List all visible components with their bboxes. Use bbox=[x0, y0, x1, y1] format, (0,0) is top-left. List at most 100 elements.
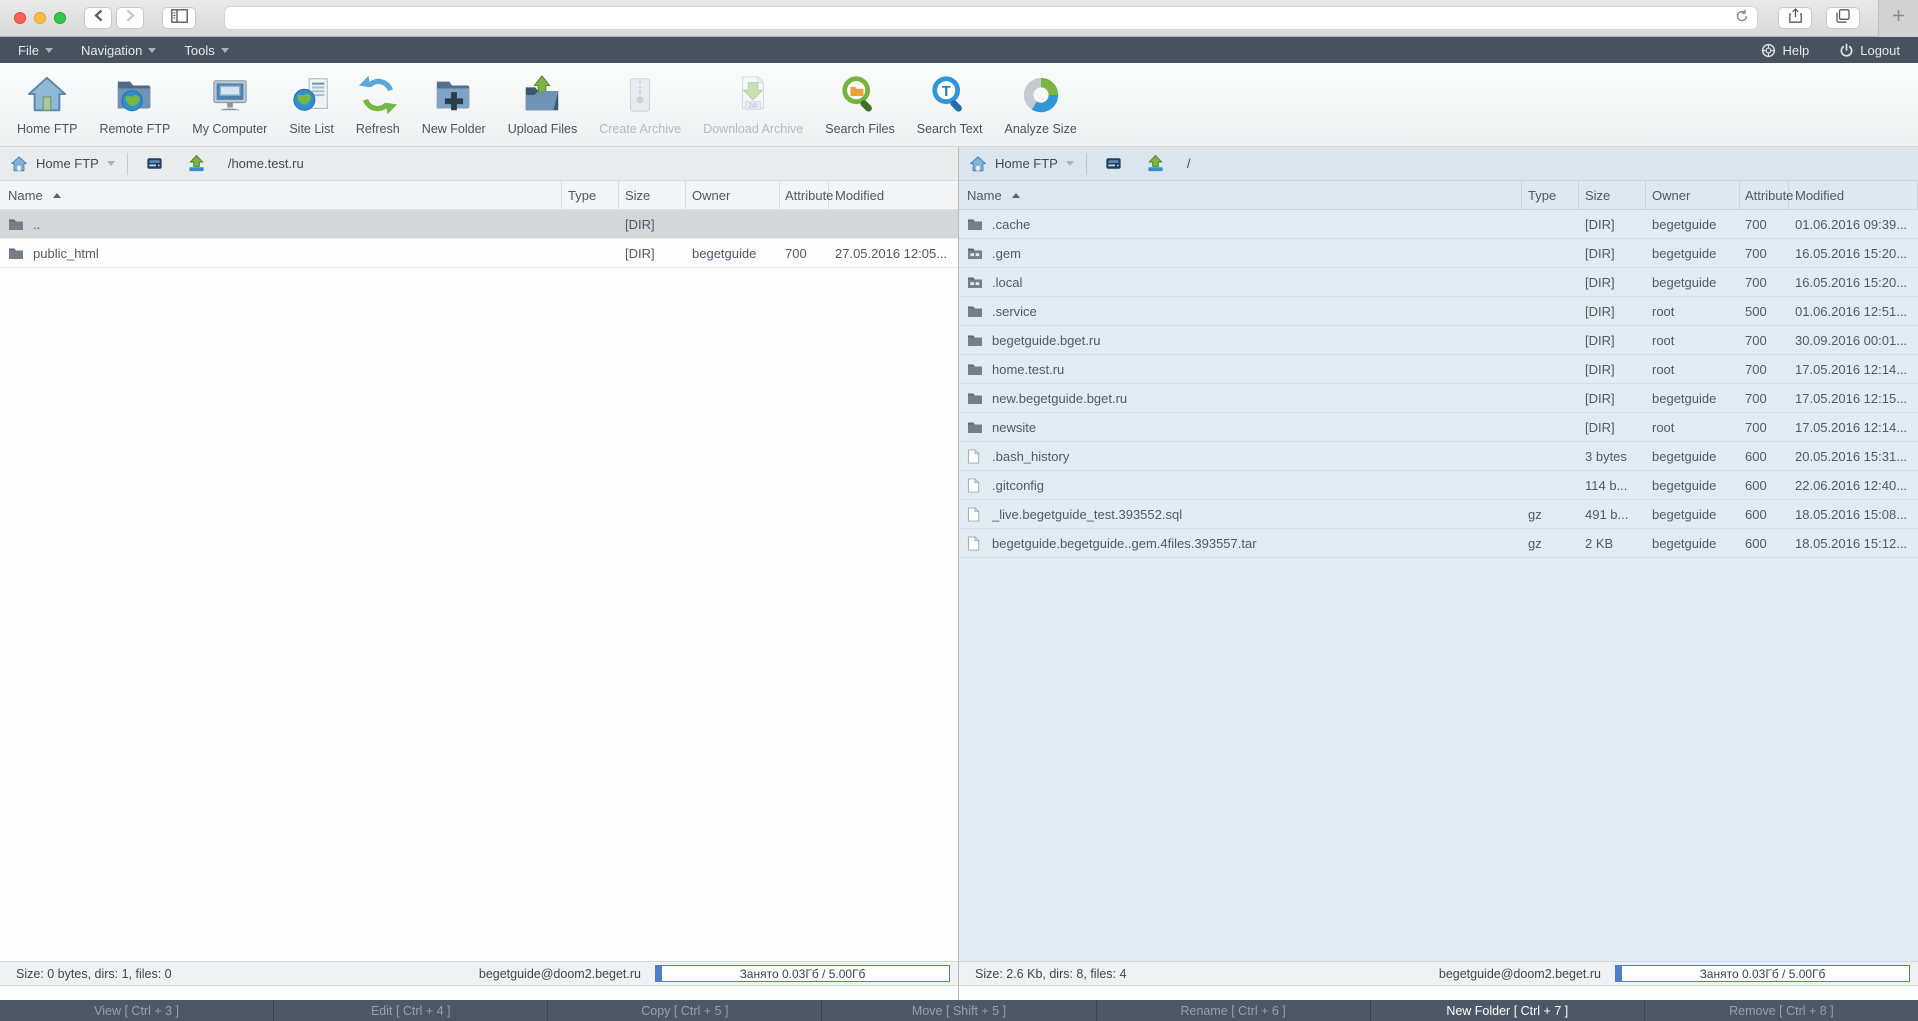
menu-label-navigation: Navigation bbox=[81, 43, 142, 58]
toolbar-my-computer-button[interactable]: My Computer bbox=[181, 71, 278, 138]
status-bar-right: Size: 2.6 Kb, dirs: 8, files: 4begetguid… bbox=[959, 961, 1918, 986]
column-header-name[interactable]: Name bbox=[0, 181, 562, 209]
column-header-attribute[interactable]: Attribute bbox=[780, 181, 829, 209]
url-input[interactable] bbox=[233, 11, 1735, 25]
fnkey-view-button[interactable]: View [ Ctrl + 3 ] bbox=[0, 1000, 274, 1021]
file-list-right: .cache[DIR]begetguide70001.06.2016 09:39… bbox=[959, 210, 1918, 961]
file-name: begetguide.begetguide..gem.4files.393557… bbox=[992, 536, 1257, 551]
menu-tools[interactable]: Tools bbox=[170, 37, 242, 63]
svg-text:T: T bbox=[941, 84, 950, 100]
menu-label-tools: Tools bbox=[184, 43, 214, 58]
folder-icon bbox=[967, 217, 983, 232]
fnkey-rename-button[interactable]: Rename [ Ctrl + 6 ] bbox=[1097, 1000, 1371, 1021]
power-icon bbox=[1839, 43, 1854, 58]
folder-icon bbox=[967, 362, 983, 377]
column-header-size[interactable]: Size bbox=[619, 181, 686, 209]
column-header-attribute[interactable]: Attribute bbox=[1740, 181, 1789, 209]
file-size-cell: 491 b... bbox=[1579, 507, 1646, 522]
server-button-left[interactable] bbox=[140, 151, 170, 177]
reload-page-icon[interactable] bbox=[1735, 9, 1749, 28]
toolbar-refresh-button[interactable]: Refresh bbox=[345, 71, 411, 138]
file-row[interactable]: new.begetguide.bget.ru[DIR]begetguide700… bbox=[959, 384, 1918, 413]
column-header-type[interactable]: Type bbox=[1522, 181, 1579, 209]
file-owner-cell: root bbox=[1646, 333, 1740, 348]
file-modified-cell: 30.09.2016 00:01... bbox=[1789, 333, 1918, 348]
file-row[interactable]: .service[DIR]root50001.06.2016 12:51... bbox=[959, 297, 1918, 326]
column-header-name[interactable]: Name bbox=[959, 181, 1522, 209]
tab-overview-button[interactable] bbox=[1826, 7, 1860, 29]
up-directory-button-left[interactable] bbox=[182, 151, 212, 177]
server-icon bbox=[145, 154, 164, 173]
toolbar-home-ftp-button[interactable]: Home FTP bbox=[6, 71, 88, 138]
column-header-owner[interactable]: Owner bbox=[686, 181, 780, 209]
server-button-right[interactable] bbox=[1099, 151, 1129, 177]
file-size-cell: [DIR] bbox=[1579, 275, 1646, 290]
column-header-owner[interactable]: Owner bbox=[1646, 181, 1740, 209]
file-owner-cell: begetguide bbox=[686, 246, 780, 261]
toolbar-upload-files-button[interactable]: Upload Files bbox=[497, 71, 588, 138]
file-row[interactable]: _live.begetguide_test.393552.sqlgz491 b.… bbox=[959, 500, 1918, 529]
fnkey-remove-button[interactable]: Remove [ Ctrl + 8 ] bbox=[1645, 1000, 1918, 1021]
column-header-modified[interactable]: Modified bbox=[1789, 181, 1918, 209]
logout-button[interactable]: Logout bbox=[1837, 43, 1902, 58]
up-directory-button-right[interactable] bbox=[1141, 151, 1171, 177]
fnkey-copy-button[interactable]: Copy [ Ctrl + 5 ] bbox=[548, 1000, 822, 1021]
file-size-cell: [DIR] bbox=[1579, 391, 1646, 406]
column-header-type[interactable]: Type bbox=[562, 181, 619, 209]
drive-selector-right[interactable]: Home FTP bbox=[959, 147, 1086, 180]
file-row[interactable]: .bash_history3 bytesbegetguide60020.05.2… bbox=[959, 442, 1918, 471]
fnkey-new-folder-button[interactable]: New Folder [ Ctrl + 7 ] bbox=[1371, 1000, 1645, 1021]
menu-navigation[interactable]: Navigation bbox=[67, 37, 170, 63]
file-row[interactable]: begetguide.begetguide..gem.4files.393557… bbox=[959, 529, 1918, 558]
toolbar-new-folder-button[interactable]: New Folder bbox=[411, 71, 497, 138]
file-row[interactable]: .local[DIR]begetguide70016.05.2016 15:20… bbox=[959, 268, 1918, 297]
close-window-button[interactable] bbox=[14, 12, 26, 24]
file-row[interactable]: .cache[DIR]begetguide70001.06.2016 09:39… bbox=[959, 210, 1918, 239]
file-modified-cell: 17.05.2016 12:14... bbox=[1789, 420, 1918, 435]
column-header-size[interactable]: Size bbox=[1579, 181, 1646, 209]
chevron-down-icon bbox=[1066, 161, 1074, 166]
forward-icon bbox=[125, 9, 136, 27]
file-row[interactable]: home.test.ru[DIR]root70017.05.2016 12:14… bbox=[959, 355, 1918, 384]
file-row[interactable]: .gitconfig114 b...begetguide60022.06.201… bbox=[959, 471, 1918, 500]
toolbar-analyze-size-button[interactable]: Analyze Size bbox=[994, 71, 1088, 138]
file-icon bbox=[967, 536, 983, 551]
file-name-cell: newsite bbox=[959, 420, 1522, 435]
file-name: .cache bbox=[992, 217, 1030, 232]
file-row[interactable]: ..[DIR] bbox=[0, 210, 958, 239]
back-button[interactable] bbox=[84, 7, 112, 29]
file-attribute-cell: 600 bbox=[1740, 536, 1789, 551]
fnkey-edit-button[interactable]: Edit [ Ctrl + 4 ] bbox=[274, 1000, 548, 1021]
file-name-cell: begetguide.begetguide..gem.4files.393557… bbox=[959, 536, 1522, 551]
zoom-window-button[interactable] bbox=[54, 12, 66, 24]
drive-selector-left[interactable]: Home FTP bbox=[0, 147, 127, 180]
file-modified-cell: 22.06.2016 12:40... bbox=[1789, 478, 1918, 493]
toolbar-site-list-button[interactable]: Site List bbox=[278, 71, 344, 138]
sidebar-toggle-button[interactable] bbox=[162, 7, 196, 29]
file-row[interactable]: newsite[DIR]root70017.05.2016 12:14... bbox=[959, 413, 1918, 442]
svg-text:ZIP: ZIP bbox=[748, 103, 758, 110]
fnkey-move-button[interactable]: Move [ Shift + 5 ] bbox=[822, 1000, 1096, 1021]
file-row[interactable]: begetguide.bget.ru[DIR]root70030.09.2016… bbox=[959, 326, 1918, 355]
address-bar[interactable] bbox=[224, 6, 1758, 30]
file-row[interactable]: public_html[DIR]begetguide70027.05.2016 … bbox=[0, 239, 958, 268]
toolbar-search-text-button[interactable]: TSearch Text bbox=[906, 71, 994, 138]
toolbar-remote-ftp-button[interactable]: Remote FTP bbox=[88, 71, 181, 138]
menu-file[interactable]: File bbox=[4, 37, 67, 63]
analyze-size-icon bbox=[1019, 73, 1063, 117]
file-row[interactable]: .gem[DIR]begetguide70016.05.2016 15:20..… bbox=[959, 239, 1918, 268]
server-icon bbox=[1104, 154, 1123, 173]
status-bar-left: Size: 0 bytes, dirs: 1, files: 0begetgui… bbox=[0, 961, 958, 986]
help-button[interactable]: Help bbox=[1759, 43, 1811, 58]
share-button[interactable] bbox=[1778, 7, 1812, 29]
file-name: .service bbox=[992, 304, 1037, 319]
forward-button[interactable] bbox=[116, 7, 144, 29]
file-name: newsite bbox=[992, 420, 1036, 435]
file-modified-cell: 16.05.2016 15:20... bbox=[1789, 246, 1918, 261]
remote-ftp-icon bbox=[113, 73, 157, 117]
file-name-cell: .bash_history bbox=[959, 449, 1522, 464]
new-tab-button[interactable] bbox=[1878, 0, 1918, 37]
minimize-window-button[interactable] bbox=[34, 12, 46, 24]
toolbar-search-files-button[interactable]: Search Files bbox=[814, 71, 905, 138]
column-header-modified[interactable]: Modified bbox=[829, 181, 958, 209]
